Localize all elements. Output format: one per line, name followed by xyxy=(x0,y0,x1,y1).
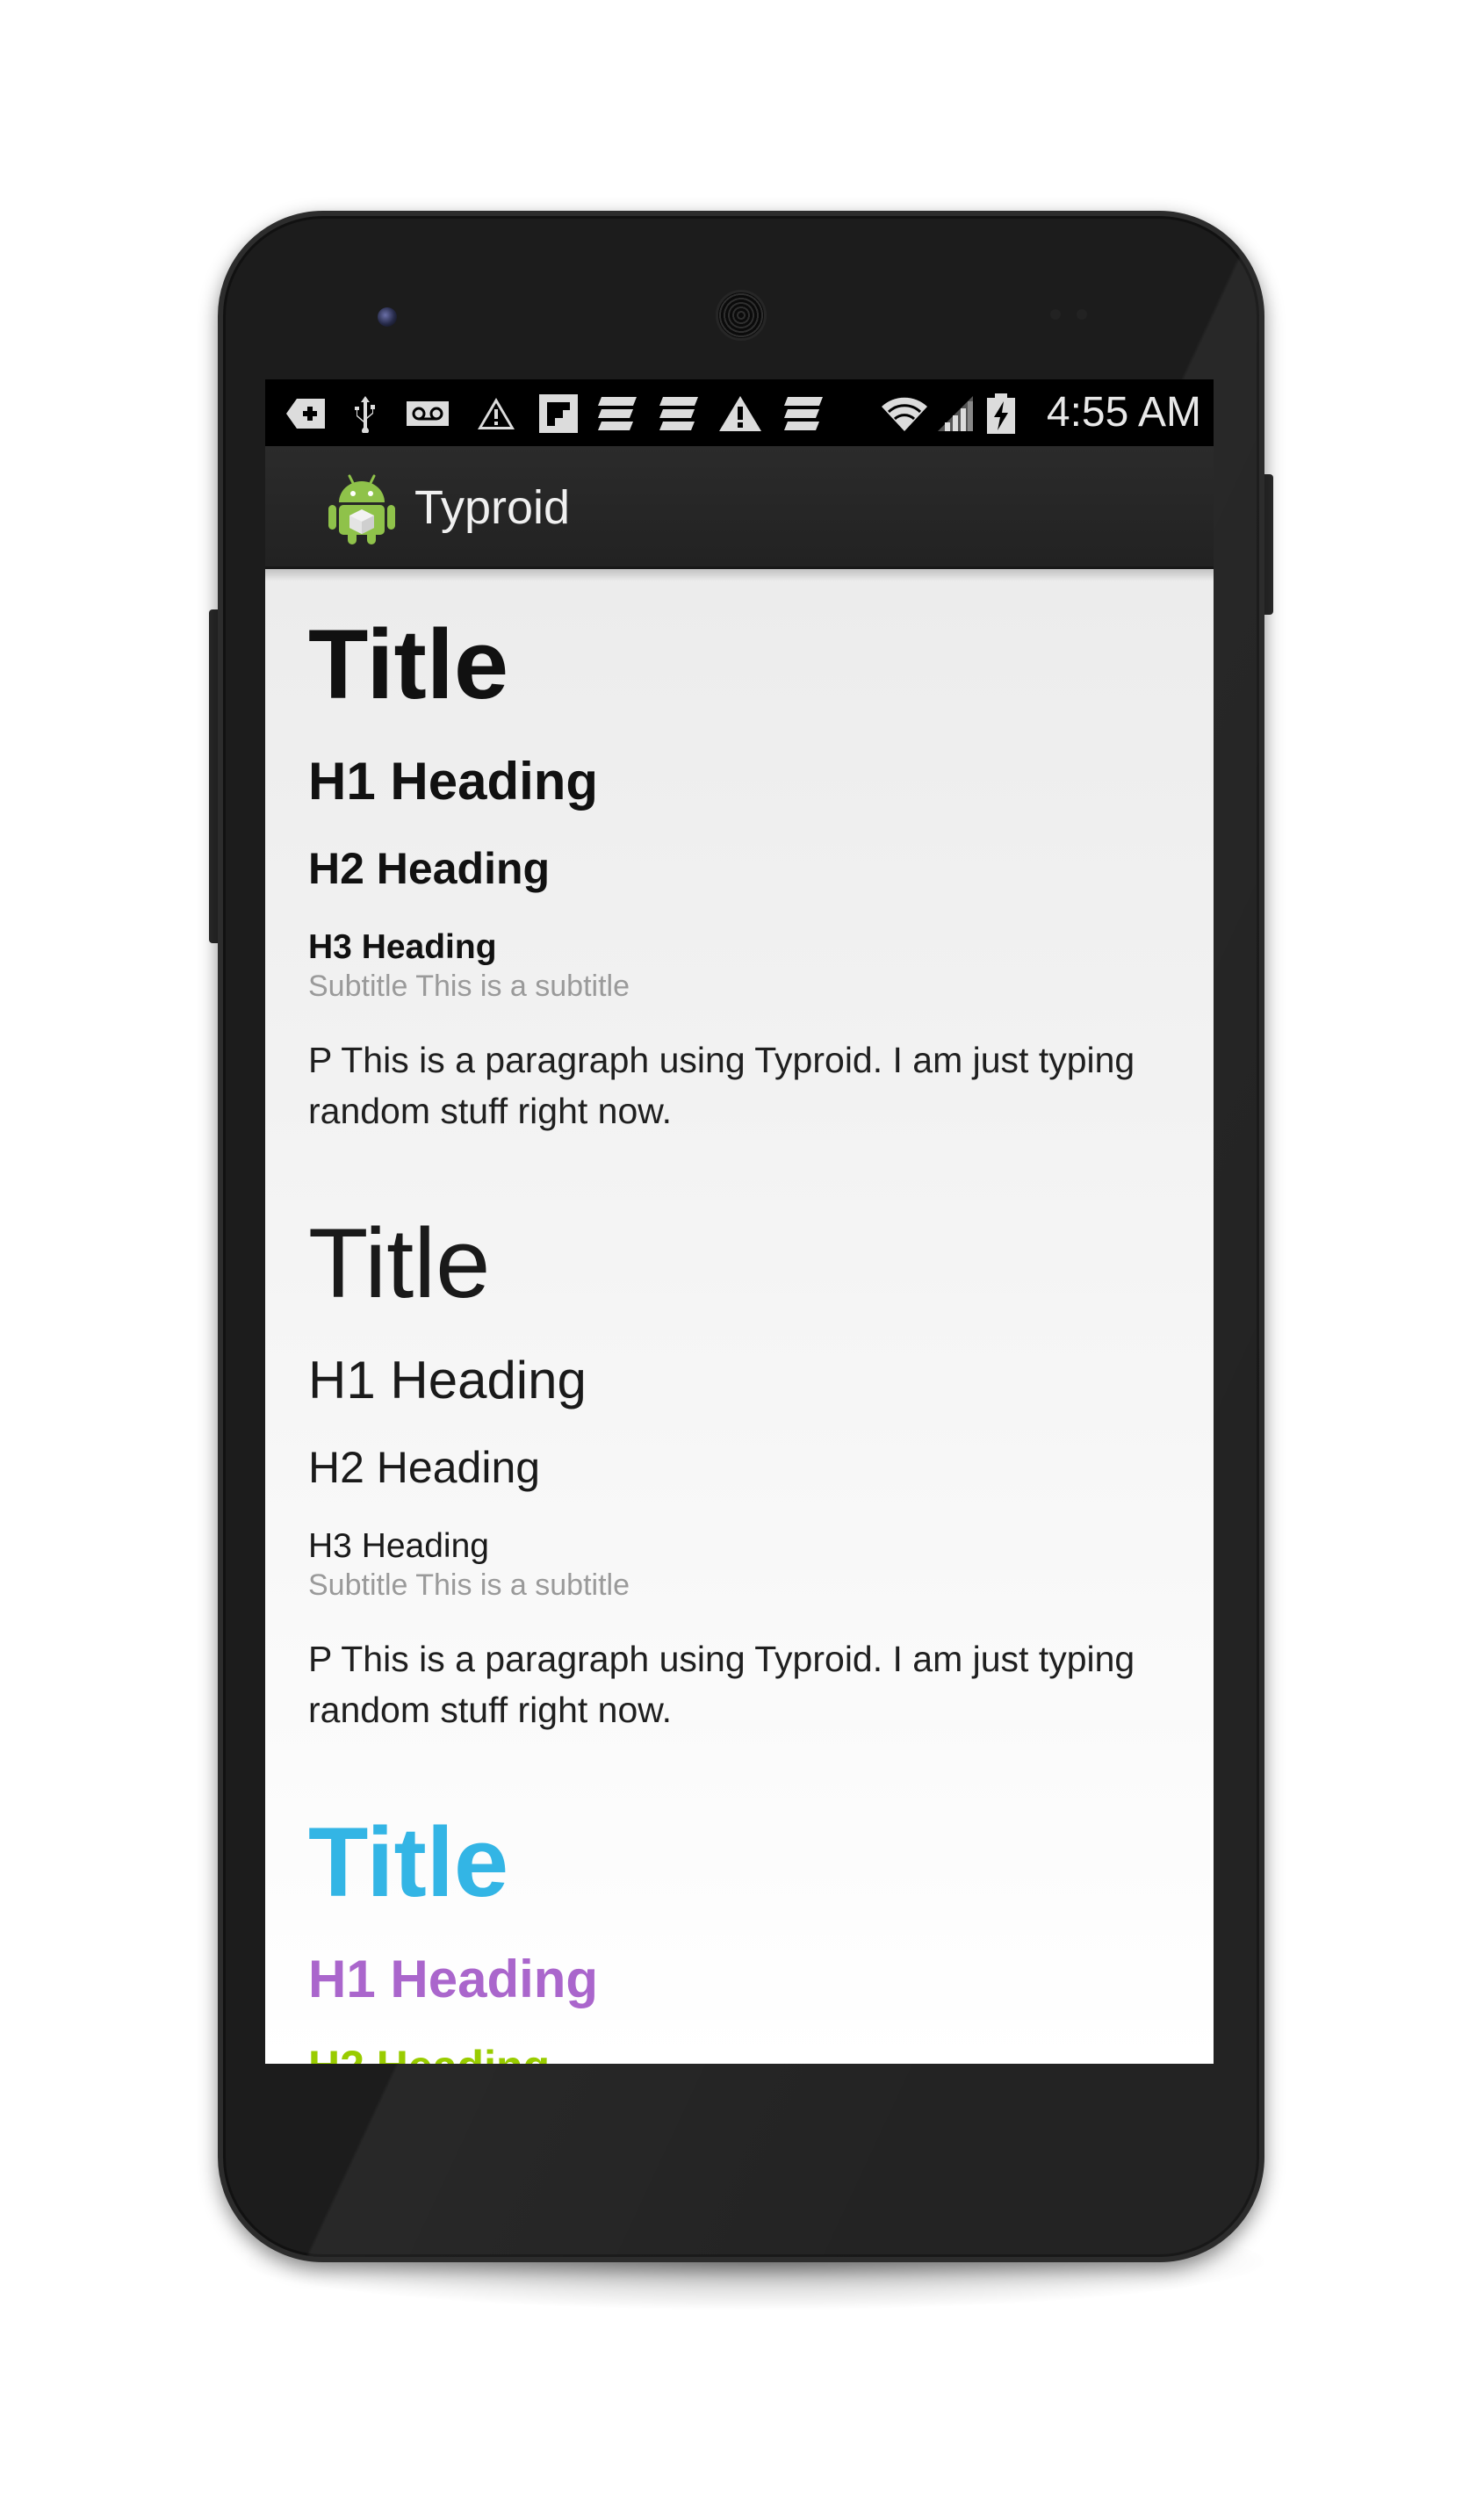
voicemail-icon xyxy=(406,395,450,432)
colored-h2-heading: H2 Heading xyxy=(308,2039,550,2064)
warning-icon xyxy=(476,395,516,432)
battery-charging-icon xyxy=(983,393,1019,434)
bold-h1-heading: H1 Heading xyxy=(308,752,599,811)
page: 4:55 AM Typroid Title H1 Heading H2 Head… xyxy=(0,0,1484,2509)
bold-title: Title xyxy=(308,609,509,719)
content-scroll-area[interactable]: Title H1 Heading H2 Heading H3 Heading S… xyxy=(265,569,1214,2064)
usb-icon xyxy=(349,395,381,433)
light-paragraph: P This is a paragraph using Typroid. I a… xyxy=(308,1639,1135,1730)
bold-paragraph: P This is a paragraph using Typroid. I a… xyxy=(308,1040,1135,1131)
light-h2-heading: H2 Heading xyxy=(308,1443,541,1492)
earpiece-speaker xyxy=(716,290,767,341)
light-subtitle: Subtitle This is a subtitle xyxy=(308,1568,630,1602)
flipboard-icon xyxy=(537,394,580,433)
bold-h2-heading: H2 Heading xyxy=(308,844,551,893)
light-sensor xyxy=(1077,309,1087,320)
light-h1-heading: H1 Heading xyxy=(308,1351,587,1410)
signal-icon xyxy=(933,395,975,432)
light-title: Title xyxy=(308,1208,491,1318)
status-bar: 4:55 AM xyxy=(265,379,1214,446)
colored-h1-heading: H1 Heading xyxy=(308,1950,599,2008)
warning-icon xyxy=(718,395,762,432)
plus-tab-icon xyxy=(285,395,328,432)
android-robot-icon[interactable] xyxy=(327,472,397,546)
news-icon xyxy=(782,395,825,432)
light-h3-heading: H3 Heading xyxy=(308,1527,489,1565)
screen: 4:55 AM Typroid Title H1 Heading H2 Head… xyxy=(265,379,1214,2064)
wifi-icon xyxy=(880,395,929,432)
news-icon xyxy=(595,395,639,432)
status-time: 4:55 AM xyxy=(1046,389,1201,436)
app-title: Typroid xyxy=(414,481,571,534)
bold-subtitle: Subtitle This is a subtitle xyxy=(308,970,630,1003)
front-camera xyxy=(378,307,397,327)
colored-title: Title xyxy=(308,1807,509,1917)
news-icon xyxy=(657,395,701,432)
bold-h3-heading: H3 Heading xyxy=(308,928,497,966)
action-bar: Typroid xyxy=(265,446,1214,569)
proximity-sensor xyxy=(1050,309,1061,320)
